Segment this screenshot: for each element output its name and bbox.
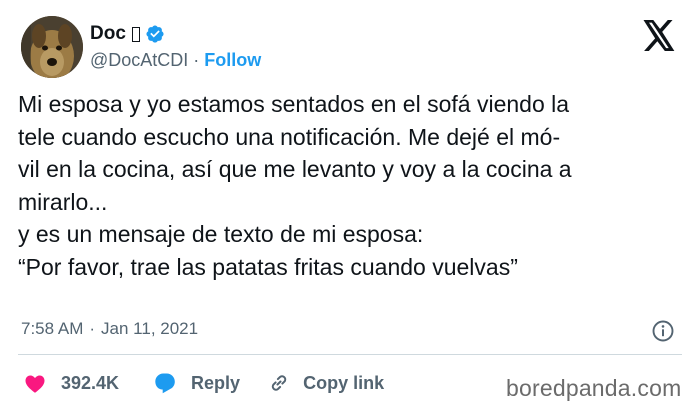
- like-button[interactable]: 392.4K: [23, 371, 119, 395]
- tweet-text: Mi esposa y yo estamos sentados en el so…: [18, 91, 572, 280]
- verified-badge-icon: [146, 25, 164, 43]
- watermark: boredpanda.com: [506, 375, 682, 401]
- link-icon: [271, 375, 287, 391]
- handle-separator: ·: [193, 49, 200, 70]
- heart-icon: [25, 375, 45, 393]
- action-bar: 392.4K Reply Copy link: [23, 370, 384, 396]
- author-handle[interactable]: @DocAtCDI: [90, 50, 188, 71]
- author-name-row: Doc: [90, 22, 165, 46]
- tweet-date: Jan 11, 2021: [101, 319, 199, 338]
- author-handle-row: @DocAtCDI · Follow: [90, 49, 261, 71]
- follow-button[interactable]: Follow: [204, 50, 261, 71]
- reply-icon: [155, 373, 175, 394]
- unknown-glyph-icon: [131, 27, 140, 42]
- x-logo-icon[interactable]: [642, 20, 676, 51]
- timestamp-separator: ·: [89, 319, 96, 338]
- avatar-dog-image: [21, 16, 83, 78]
- tweet-card: Doc @DocAtCDI · Follow Mi esposa y yo es…: [0, 0, 700, 410]
- tweet-timestamp[interactable]: 7:58 AM · Jan 11, 2021: [21, 318, 198, 340]
- reply-button[interactable]: Reply: [153, 371, 240, 395]
- tweet-time: 7:58 AM: [21, 319, 84, 338]
- divider: [18, 354, 682, 355]
- like-count: 392.4K: [61, 372, 120, 393]
- display-name[interactable]: Doc: [90, 23, 126, 45]
- copy-link-button[interactable]: Copy link: [267, 371, 384, 395]
- reply-label: Reply: [191, 372, 241, 393]
- copy-link-label: Copy link: [303, 372, 385, 393]
- info-icon[interactable]: [651, 319, 675, 343]
- avatar[interactable]: [21, 16, 83, 78]
